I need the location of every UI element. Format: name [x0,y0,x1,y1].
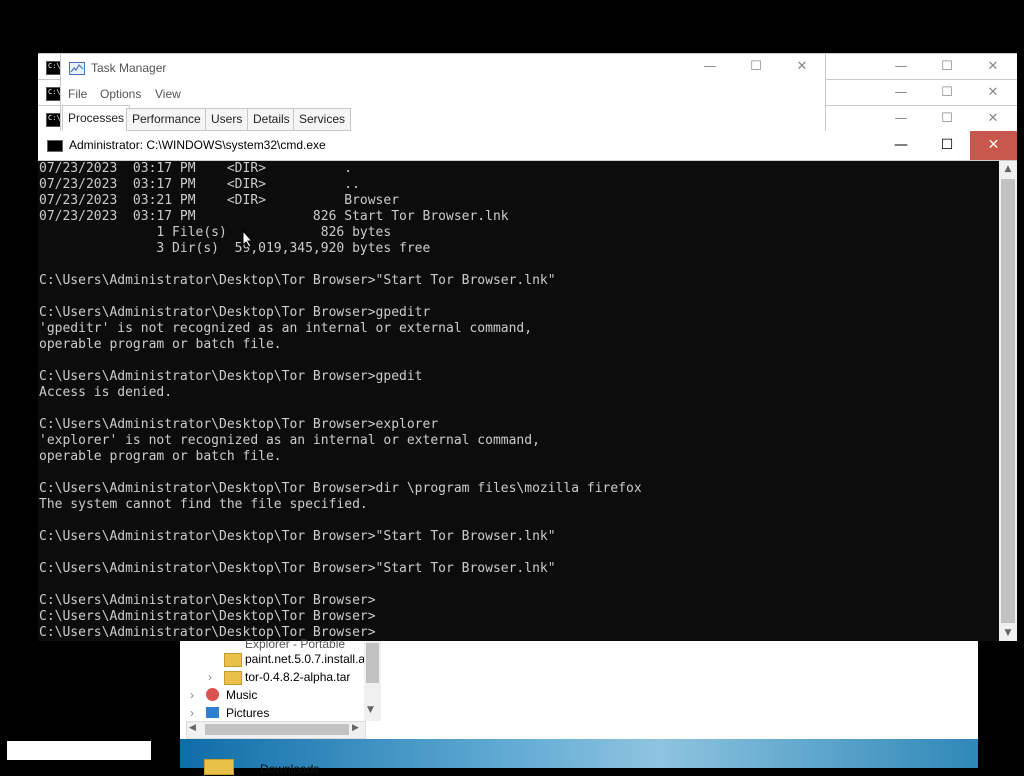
downloads-label[interactable]: Downloads [260,762,319,776]
explorer-vertical-scrollbar[interactable]: ▼ [364,641,381,721]
task-manager-title: Task Manager [91,61,167,75]
console-line: 3 Dir(s) 59,019,345,920 bytes free [39,241,431,256]
cmd-title-bar[interactable]: Administrator: C:\WINDOWS\system32\cmd.e… [38,131,1017,161]
console-line: C:\Users\Administrator\Desktop\Tor Brows… [39,481,642,496]
cmd-window[interactable]: Administrator: C:\WINDOWS\system32\cmd.e… [38,131,1017,641]
console-line: C:\Users\Administrator\Desktop\Tor Brows… [39,593,376,608]
console-line: C:\Users\Administrator\Desktop\Tor Brows… [39,529,556,544]
scrollbar-thumb[interactable] [366,643,379,683]
close-button[interactable]: ✕ [779,54,825,81]
scroll-up-icon[interactable]: ▲ [999,161,1017,177]
menu-options[interactable]: Options [100,87,141,101]
scroll-left-icon[interactable]: ◀ [189,723,196,733]
maximize-button[interactable]: ☐ [733,54,779,81]
console-line: The system cannot find the file specifie… [39,497,368,512]
console-line: C:\Users\Administrator\Desktop\Tor Brows… [39,369,423,384]
console-line: 07/23/2023 03:17 PM <DIR> . [39,161,353,176]
expand-chevron-icon[interactable]: › [190,706,194,720]
folder-icon [204,759,234,775]
console-line: 1 File(s) 826 bytes [39,225,392,240]
minimize-button[interactable]: — [878,106,924,132]
minimize-button[interactable]: — [878,80,924,106]
menu-view[interactable]: View [155,87,181,101]
scroll-down-icon[interactable]: ▼ [367,705,374,715]
tab-details[interactable]: Details [247,108,296,131]
scroll-down-icon[interactable]: ▼ [999,625,1017,641]
scrollbar-thumb[interactable] [1001,179,1015,623]
console-line: 'gpeditr' is not recognized as an intern… [39,321,533,336]
tree-item-tor[interactable]: tor-0.4.8.2-alpha.tar [245,670,350,684]
maximize-button[interactable]: ☐ [924,80,970,106]
vertical-scrollbar[interactable]: ▲ ▼ [999,161,1017,641]
console-line: 'explorer' is not recognized as an inter… [39,433,540,448]
cmd-icon [47,140,63,152]
menu-file[interactable]: File [68,87,87,101]
pictures-icon [206,707,219,718]
tab-services[interactable]: Services [293,108,352,131]
minimize-button[interactable]: — [878,131,924,160]
cmd-window-title: Administrator: C:\WINDOWS\system32\cmd.e… [69,138,326,152]
maximize-button[interactable]: ☐ [924,54,970,80]
console-line: C:\Users\Administrator\Desktop\Tor Brows… [39,305,431,320]
console-line: operable program or batch file. [39,337,282,352]
console-line: 07/23/2023 03:17 PM 826 Start Tor Browse… [39,209,509,224]
music-icon [206,688,219,701]
close-button[interactable]: ✕ [970,54,1016,80]
console-line: Access is denied. [39,385,173,400]
close-button[interactable]: ✕ [970,106,1016,132]
close-button[interactable]: ✕ [970,80,1016,106]
tree-item-music[interactable]: Music [226,688,257,702]
taskbar-input-box[interactable] [7,741,151,760]
task-manager-icon [69,62,85,75]
tab-users[interactable]: Users [205,108,249,131]
console-line: C:\Users\Administrator\Desktop\Tor Brows… [39,609,376,624]
maximize-button[interactable]: ☐ [924,106,970,132]
minimize-button[interactable]: — [878,54,924,80]
minimize-button[interactable]: — [687,54,733,81]
tab-performance[interactable]: Performance [126,108,207,131]
tree-item-explorer-portable[interactable]: Explorer - Portable [245,637,345,651]
console-output[interactable]: 07/23/2023 03:17 PM <DIR> . 07/23/2023 03… [38,161,999,641]
maximize-button[interactable]: ☐ [924,131,970,160]
close-button[interactable]: ✕ [970,131,1017,160]
tree-item-paint-net[interactable]: paint.net.5.0.7.install.ar [245,652,369,666]
console-line: C:\Users\Administrator\Desktop\Tor Brows… [39,625,376,640]
console-line: C:\Users\Administrator\Desktop\Tor Brows… [39,561,556,576]
console-text: 07/23/2023 03:17 PM <DIR> . 07/23/2023 03… [38,161,999,641]
mouse-cursor-icon [242,230,254,248]
tree-item-pictures[interactable]: Pictures [226,706,269,720]
console-line: 07/23/2023 03:17 PM <DIR> .. [39,177,360,192]
explorer-horizontal-scrollbar[interactable]: ◀ ▶ [186,721,366,739]
expand-chevron-icon[interactable]: › [208,670,212,684]
folder-icon [224,671,242,685]
tab-processes[interactable]: Processes [62,105,131,131]
task-manager-window[interactable]: Task Manager — ☐ ✕ File Options View Pro… [60,53,826,133]
desktop-background: Downloads [180,739,978,776]
expand-chevron-icon[interactable]: › [190,688,194,702]
scrollbar-thumb[interactable] [205,724,349,735]
console-line: C:\Users\Administrator\Desktop\Tor Brows… [39,273,556,288]
console-line: operable program or batch file. [39,449,282,464]
console-line: 07/23/2023 03:21 PM <DIR> Browser [39,193,400,208]
folder-icon [224,653,242,667]
scroll-right-icon[interactable]: ▶ [352,723,359,733]
console-line: C:\Users\Administrator\Desktop\Tor Brows… [39,417,439,432]
